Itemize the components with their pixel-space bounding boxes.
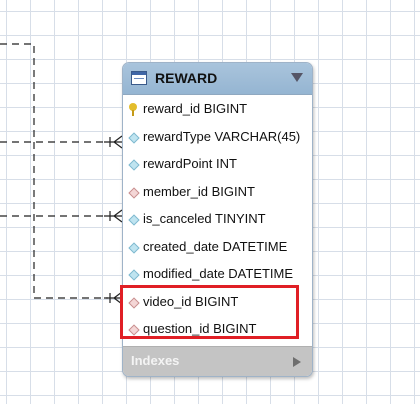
crowsfoot-icon [104, 209, 123, 223]
column-diamond-icon [128, 131, 140, 144]
collapse-icon[interactable] [291, 73, 303, 82]
foreign-key-diamond-icon [128, 186, 140, 199]
column-diamond-icon [128, 241, 140, 254]
column-row[interactable]: member_id BIGINT [123, 178, 312, 206]
table-title: REWARD [155, 70, 218, 86]
indexes-section[interactable]: Indexes [123, 346, 312, 376]
column-label: created_date DATETIME [143, 238, 288, 254]
column-label: reward_id BIGINT [143, 101, 248, 116]
expand-arrow-icon[interactable] [293, 357, 301, 367]
column-label: rewardPoint INT [143, 156, 237, 171]
column-label: member_id BIGINT [143, 183, 255, 199]
column-row[interactable]: rewardPoint INT [123, 150, 312, 178]
column-label: rewardType VARCHAR(45) [143, 128, 301, 144]
table-icon [131, 71, 147, 85]
column-row[interactable]: modified_date DATETIME [123, 260, 312, 288]
column-diamond-icon [128, 159, 140, 171]
column-row[interactable]: reward_id BIGINT [123, 95, 312, 123]
indexes-label: Indexes [131, 353, 180, 368]
key-icon [129, 103, 137, 116]
column-label: is_canceled TINYINT [143, 211, 266, 226]
crowsfoot-icon [104, 135, 123, 149]
column-row[interactable]: rewardType VARCHAR(45) [123, 123, 312, 151]
column-diamond-icon [128, 269, 140, 281]
highlight-box [120, 285, 299, 339]
relationship-line-member [0, 43, 108, 299]
column-label: modified_date DATETIME [143, 266, 294, 281]
column-row[interactable]: created_date DATETIME [123, 233, 312, 261]
column-row[interactable]: is_canceled TINYINT [123, 205, 312, 233]
table-header[interactable]: REWARD [123, 63, 312, 95]
column-diamond-icon [128, 214, 140, 226]
